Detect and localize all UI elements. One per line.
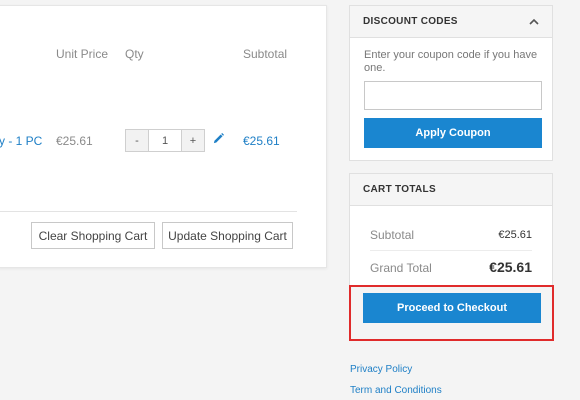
privacy-policy-link[interactable]: Privacy Policy xyxy=(350,364,412,375)
item-subtotal: €25.61 xyxy=(243,134,280,148)
qty-decrease-button[interactable]: - xyxy=(125,129,149,152)
terms-and-conditions-link[interactable]: Term and Conditions xyxy=(350,385,442,396)
qty-increase-button[interactable]: + xyxy=(181,129,205,152)
divider xyxy=(0,211,297,212)
cart-totals-title: CART TOTALS xyxy=(363,184,436,195)
pencil-icon[interactable] xyxy=(213,133,224,144)
cart-totals-header: CART TOTALS xyxy=(350,174,552,206)
coupon-hint: Enter your coupon code if you have one. xyxy=(364,49,538,74)
cart-totals-block: CART TOTALS Subtotal €25.61 Grand Total … xyxy=(349,173,553,287)
product-name-link[interactable]: y - 1 PC xyxy=(0,134,42,148)
discount-codes-title: DISCOUNT CODES xyxy=(363,16,458,27)
quantity-stepper: - 1 + xyxy=(125,129,205,152)
update-cart-button[interactable]: Update Shopping Cart xyxy=(162,222,293,249)
apply-coupon-button[interactable]: Apply Coupon xyxy=(364,118,542,148)
clear-cart-button[interactable]: Clear Shopping Cart xyxy=(31,222,155,249)
subtotal-value: €25.61 xyxy=(498,229,532,241)
grand-total-label: Grand Total xyxy=(370,261,432,275)
totals-divider xyxy=(370,250,532,251)
coupon-code-input[interactable] xyxy=(364,81,542,110)
column-header-subtotal: Subtotal xyxy=(243,47,288,61)
subtotal-label: Subtotal xyxy=(370,228,415,242)
grand-total-value: €25.61 xyxy=(489,259,532,275)
chevron-up-icon[interactable] xyxy=(529,18,539,25)
cart-table-panel: Unit Price Qty Subtotal y - 1 PC €25.61 … xyxy=(0,5,327,268)
discount-codes-header[interactable]: DISCOUNT CODES xyxy=(350,6,552,38)
column-header-unit-price: Unit Price xyxy=(56,47,109,61)
qty-input[interactable]: 1 xyxy=(149,129,181,152)
item-unit-price: €25.61 xyxy=(56,134,93,148)
column-header-qty: Qty xyxy=(125,47,144,61)
discount-codes-block: DISCOUNT CODES Enter your coupon code if… xyxy=(349,5,553,161)
proceed-to-checkout-button[interactable]: Proceed to Checkout xyxy=(363,293,541,323)
